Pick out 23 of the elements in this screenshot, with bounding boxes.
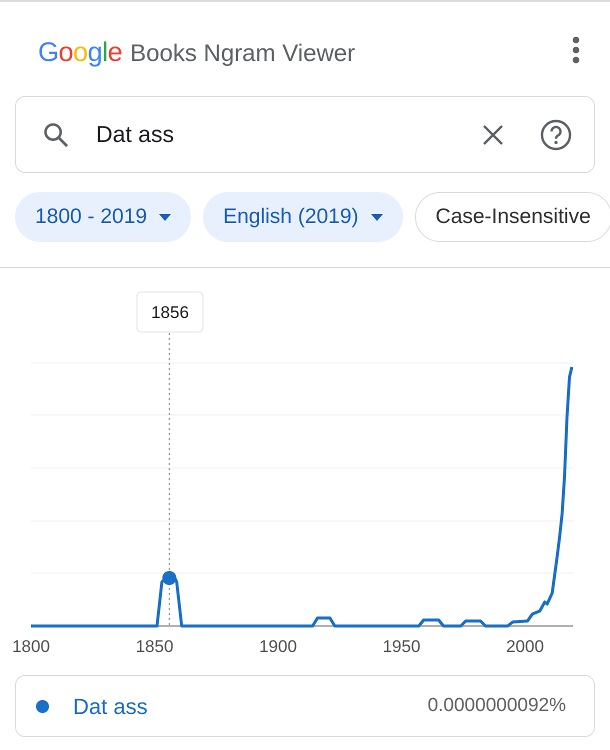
series-value: 0.0000000092% xyxy=(428,694,566,718)
dropdown-chip[interactable]: 1800 - 2019 xyxy=(15,192,192,242)
toggle-chip[interactable]: Case-Insensitive xyxy=(414,192,610,242)
caret-icon xyxy=(370,214,383,220)
app-title: Books Ngram Viewer xyxy=(130,39,356,69)
x-tick-label: 1900 xyxy=(259,637,297,656)
dropdown-chip[interactable]: English (2019) xyxy=(203,192,403,242)
search-input[interactable]: Dat ass xyxy=(70,117,482,152)
search-icon xyxy=(42,120,70,148)
menu-icon[interactable] xyxy=(572,36,580,64)
x-tick-label: 1800 xyxy=(12,637,50,656)
close-icon[interactable] xyxy=(482,124,504,146)
series-name[interactable]: Dat ass xyxy=(73,690,148,722)
help-icon[interactable] xyxy=(540,118,572,150)
hover-point xyxy=(162,571,176,585)
x-tick-label: 1850 xyxy=(136,637,174,656)
logo: Google xyxy=(38,36,122,69)
series-dot xyxy=(36,700,49,712)
tooltip: 1856 xyxy=(136,292,204,332)
x-tick-label: 2000 xyxy=(506,637,544,656)
caret-icon xyxy=(159,214,172,220)
x-tick-label: 1950 xyxy=(382,637,420,656)
search-field[interactable]: Dat ass xyxy=(15,96,595,173)
